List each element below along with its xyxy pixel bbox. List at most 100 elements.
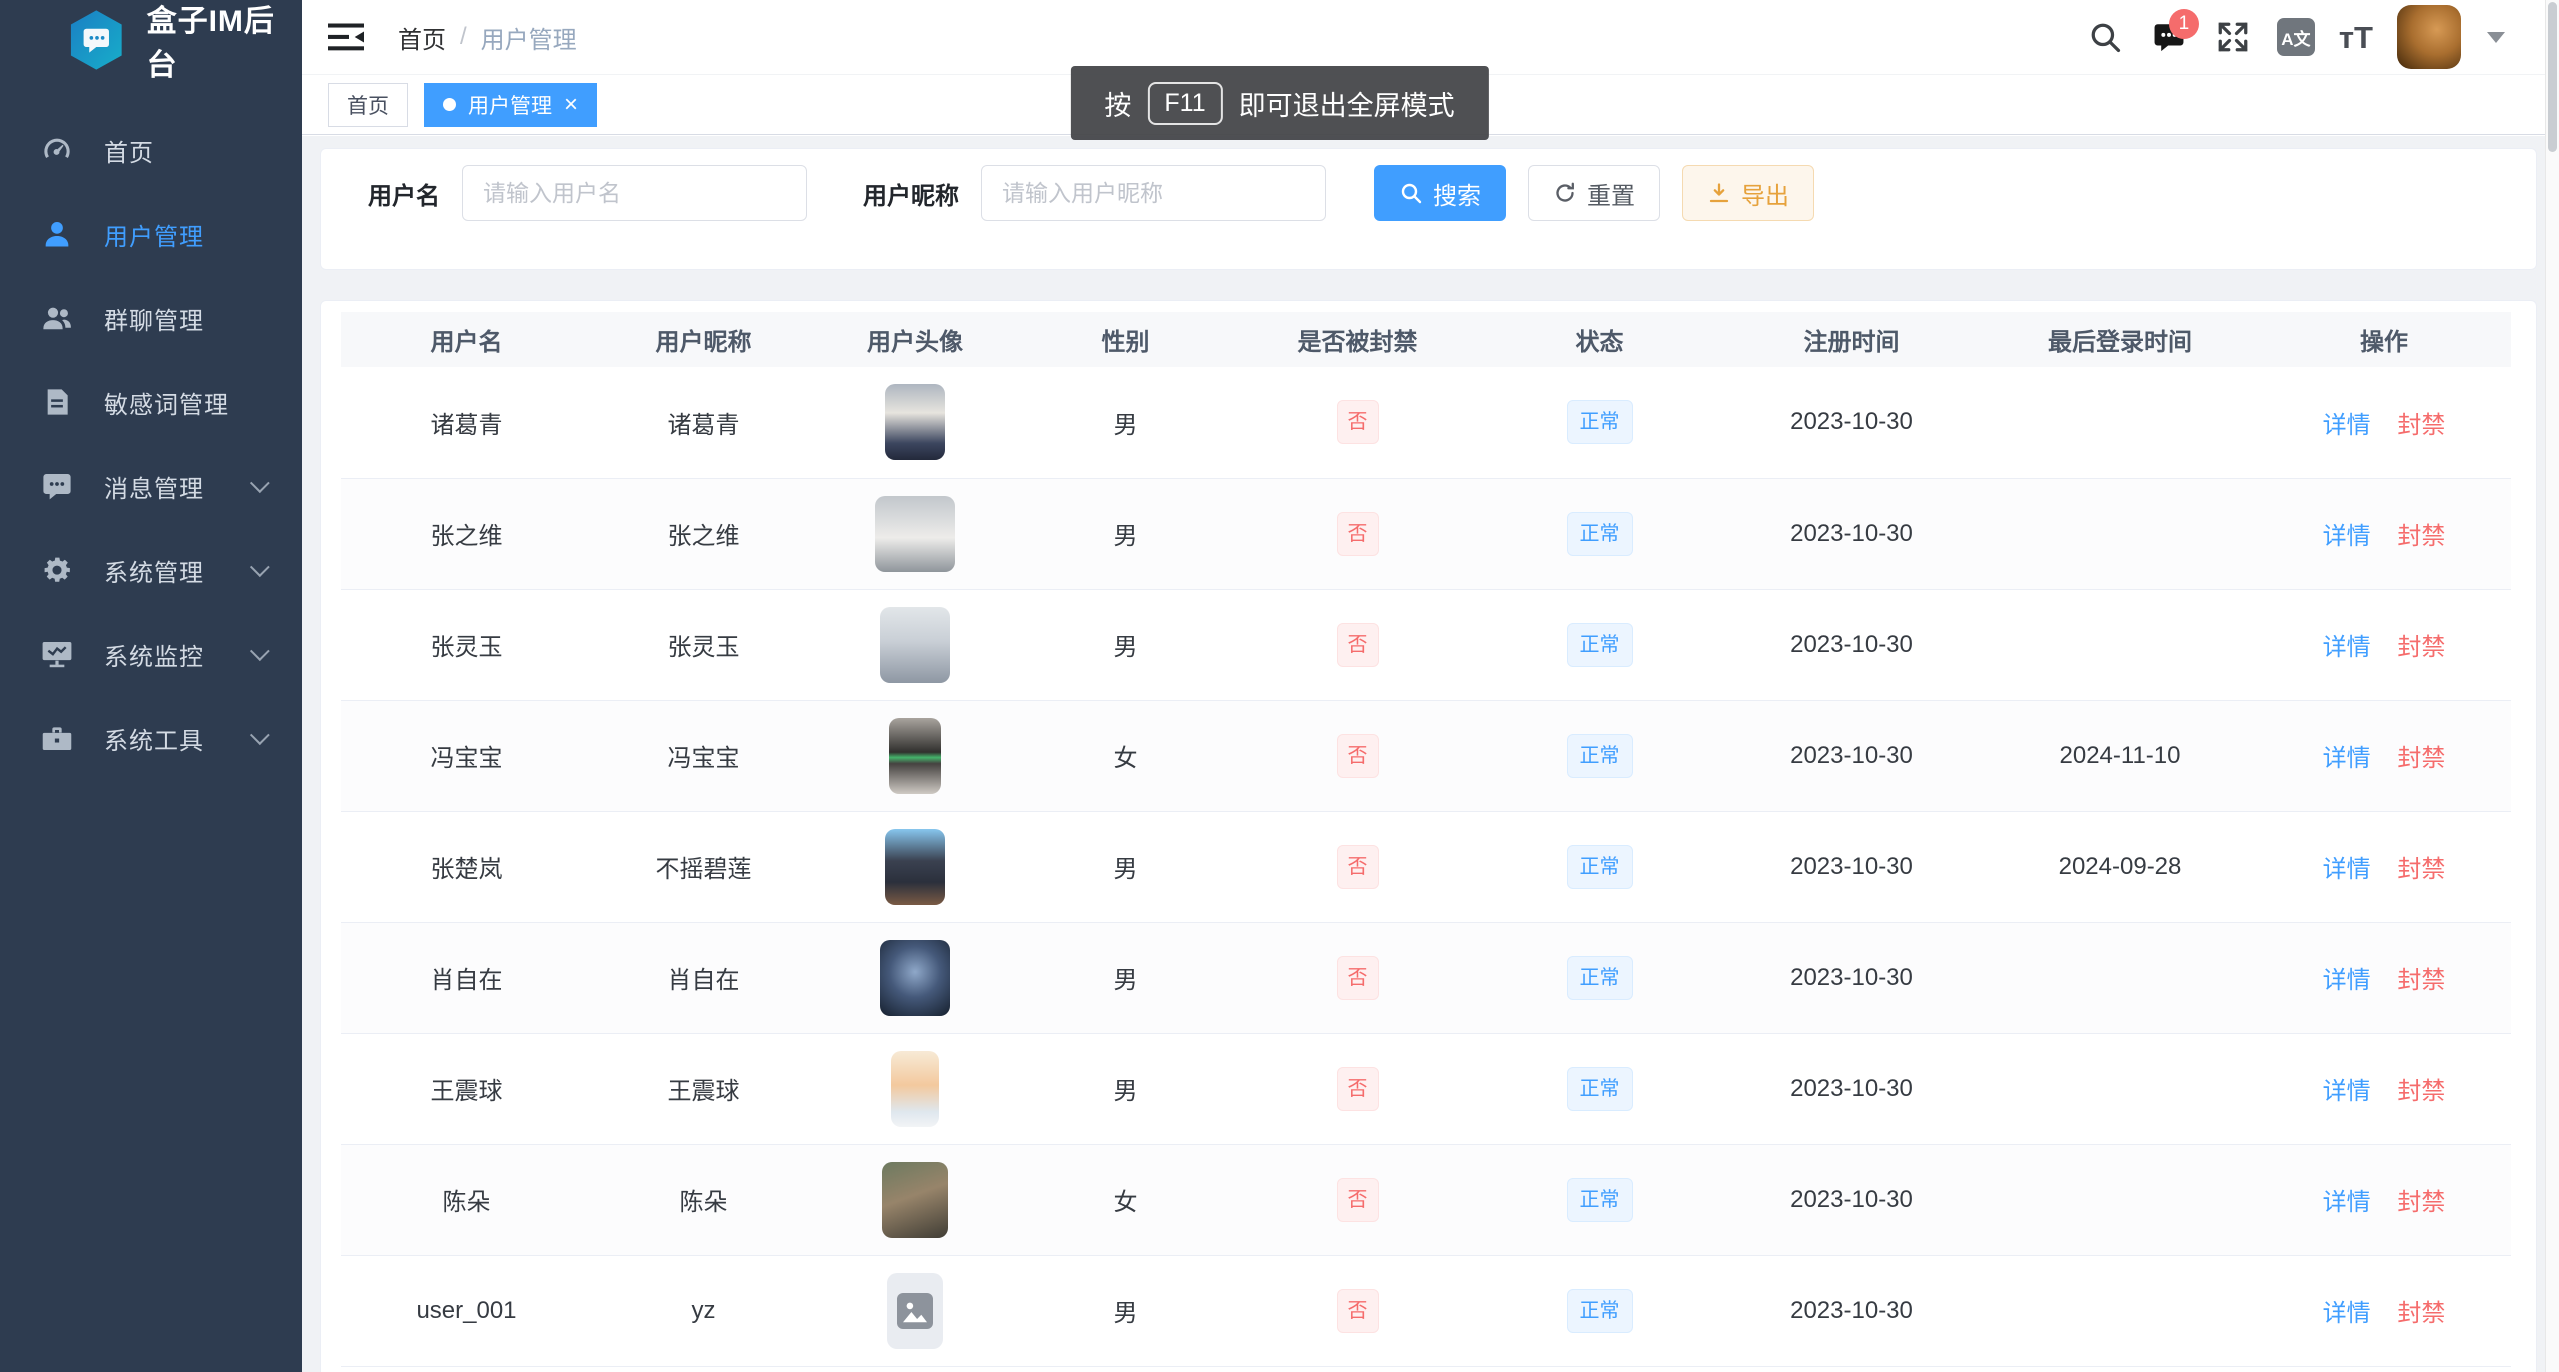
- sidebar-collapse-icon[interactable]: [328, 22, 364, 52]
- sidebar-item-label: 系统工具: [104, 721, 204, 756]
- username-input[interactable]: [462, 165, 807, 221]
- detail-link[interactable]: 详情: [2323, 412, 2371, 439]
- cell-gender: 男: [1114, 967, 1138, 994]
- sidebar-item[interactable]: 敏感词管理: [0, 360, 302, 444]
- column-header: 用户昵称: [592, 312, 815, 367]
- status-badge: 正常: [1567, 1067, 1633, 1111]
- app-logo[interactable]: 盒子IM后台: [0, 0, 302, 80]
- cell-username: 张灵玉: [431, 634, 503, 661]
- language-icon[interactable]: A文: [2277, 18, 2315, 56]
- sidebar-item[interactable]: 群聊管理: [0, 276, 302, 360]
- page-scrollbar[interactable]: [2545, 0, 2559, 1372]
- ban-link[interactable]: 封禁: [2397, 1300, 2445, 1327]
- user-icon: [41, 218, 73, 250]
- cell-username: 王震球: [431, 1078, 503, 1105]
- chevron-down-icon: [250, 641, 270, 661]
- sidebar-item[interactable]: 用户管理: [0, 192, 302, 276]
- breadcrumb-home[interactable]: 首页: [398, 20, 446, 55]
- cell-registered: 2023-10-30: [1790, 1075, 1913, 1102]
- ban-link[interactable]: 封禁: [2397, 856, 2445, 883]
- fullscreen-icon[interactable]: [2213, 17, 2253, 57]
- username-label: 用户名: [368, 176, 440, 211]
- table-row: user_001 yz 男 否 正常 2023-10-30 详情 封禁: [341, 1255, 2511, 1366]
- cell-gender: 男: [1114, 1078, 1138, 1105]
- download-icon: [1707, 181, 1731, 205]
- cell-nickname: 张之维: [668, 523, 740, 550]
- user-avatar-image: [889, 718, 941, 794]
- ban-link[interactable]: 封禁: [2397, 634, 2445, 661]
- document-icon: [41, 386, 73, 418]
- sidebar-item[interactable]: 消息管理: [0, 444, 302, 528]
- detail-link[interactable]: 详情: [2323, 745, 2371, 772]
- detail-link[interactable]: 详情: [2323, 523, 2371, 550]
- sidebar-item-label: 系统管理: [104, 553, 204, 588]
- nickname-label: 用户昵称: [863, 176, 959, 211]
- sidebar-item[interactable]: 首页: [0, 108, 302, 192]
- status-badge: 正常: [1567, 400, 1633, 444]
- ban-link[interactable]: 封禁: [2397, 967, 2445, 994]
- ban-link[interactable]: 封禁: [2397, 523, 2445, 550]
- monitor-icon: [41, 638, 73, 670]
- gear-icon: [41, 554, 73, 586]
- ban-link[interactable]: 封禁: [2397, 745, 2445, 772]
- cell-gender: 男: [1114, 412, 1138, 439]
- font-size-icon[interactable]: тT: [2339, 22, 2373, 53]
- user-avatar[interactable]: [2397, 5, 2461, 69]
- scrollbar-thumb[interactable]: [2548, 2, 2557, 152]
- search-icon[interactable]: [2085, 17, 2125, 57]
- ban-link[interactable]: 封禁: [2397, 412, 2445, 439]
- app-logo-icon: [68, 9, 125, 71]
- banned-badge: 否: [1337, 956, 1379, 1000]
- detail-link[interactable]: 详情: [2323, 967, 2371, 994]
- tab-close-icon[interactable]: ×: [564, 93, 578, 117]
- cell-username: 冯宝宝: [431, 745, 503, 772]
- tab-home[interactable]: 首页: [328, 83, 408, 127]
- cell-nickname: 王震球: [668, 1078, 740, 1105]
- sidebar-item[interactable]: 系统管理: [0, 528, 302, 612]
- app-title: 盒子IM后台: [147, 0, 302, 84]
- tab-user-management[interactable]: 用户管理 ×: [424, 83, 597, 127]
- main-content: 用户名 用户昵称 搜索 重置: [302, 136, 2545, 1372]
- detail-link[interactable]: 详情: [2323, 1189, 2371, 1216]
- cell-registered: 2023-10-30: [1790, 964, 1913, 991]
- nickname-input[interactable]: [981, 165, 1326, 221]
- chat-icon: [41, 470, 73, 502]
- reset-button[interactable]: 重置: [1528, 165, 1660, 221]
- status-badge: 正常: [1567, 845, 1633, 889]
- message-icon[interactable]: 1: [2149, 17, 2189, 57]
- cell-registered: 2023-10-30: [1790, 1297, 1913, 1324]
- sidebar-item[interactable]: 系统工具: [0, 696, 302, 780]
- ban-link[interactable]: 封禁: [2397, 1189, 2445, 1216]
- banned-badge: 否: [1337, 400, 1379, 444]
- image-placeholder-icon: [897, 1293, 933, 1329]
- sidebar: 盒子IM后台 首页 用户管理 群聊管理 敏感词管理 消息管理 系统管理 系统监控…: [0, 0, 302, 1372]
- banned-badge: 否: [1337, 1067, 1379, 1111]
- status-badge: 正常: [1567, 956, 1633, 1000]
- dashboard-icon: [41, 134, 73, 166]
- cell-username: 诸葛青: [431, 412, 503, 439]
- column-header: 是否被封禁: [1236, 312, 1479, 367]
- column-header: 操作: [2257, 312, 2511, 367]
- column-header: 注册时间: [1720, 312, 1983, 367]
- banned-badge: 否: [1337, 734, 1379, 778]
- detail-link[interactable]: 详情: [2323, 1300, 2371, 1327]
- detail-link[interactable]: 详情: [2323, 634, 2371, 661]
- cell-nickname: 不摇碧莲: [656, 856, 752, 883]
- banned-badge: 否: [1337, 1289, 1379, 1333]
- f11-keycap: F11: [1147, 82, 1222, 125]
- cell-registered: 2023-10-30: [1790, 1186, 1913, 1213]
- table-row: 肖自在 肖自在 男 否 正常 2023-10-30 详情 封禁: [341, 922, 2511, 1033]
- detail-link[interactable]: 详情: [2323, 1078, 2371, 1105]
- ban-link[interactable]: 封禁: [2397, 1078, 2445, 1105]
- sidebar-item[interactable]: 系统监控: [0, 612, 302, 696]
- user-avatar-image: [882, 1162, 948, 1238]
- search-button[interactable]: 搜索: [1374, 165, 1506, 221]
- detail-link[interactable]: 详情: [2323, 856, 2371, 883]
- cell-nickname: yz: [692, 1297, 716, 1324]
- banned-badge: 否: [1337, 623, 1379, 667]
- export-button[interactable]: 导出: [1682, 165, 1814, 221]
- table-row: 张之维 张之维 男 否 正常 2023-10-30 详情 封禁: [341, 478, 2511, 589]
- sidebar-item-label: 首页: [104, 133, 154, 168]
- user-table-card: 用户名用户昵称用户头像性别是否被封禁状态注册时间最后登录时间操作 诸葛青 诸葛青…: [320, 300, 2537, 1372]
- avatar-dropdown-caret-icon[interactable]: [2487, 32, 2505, 43]
